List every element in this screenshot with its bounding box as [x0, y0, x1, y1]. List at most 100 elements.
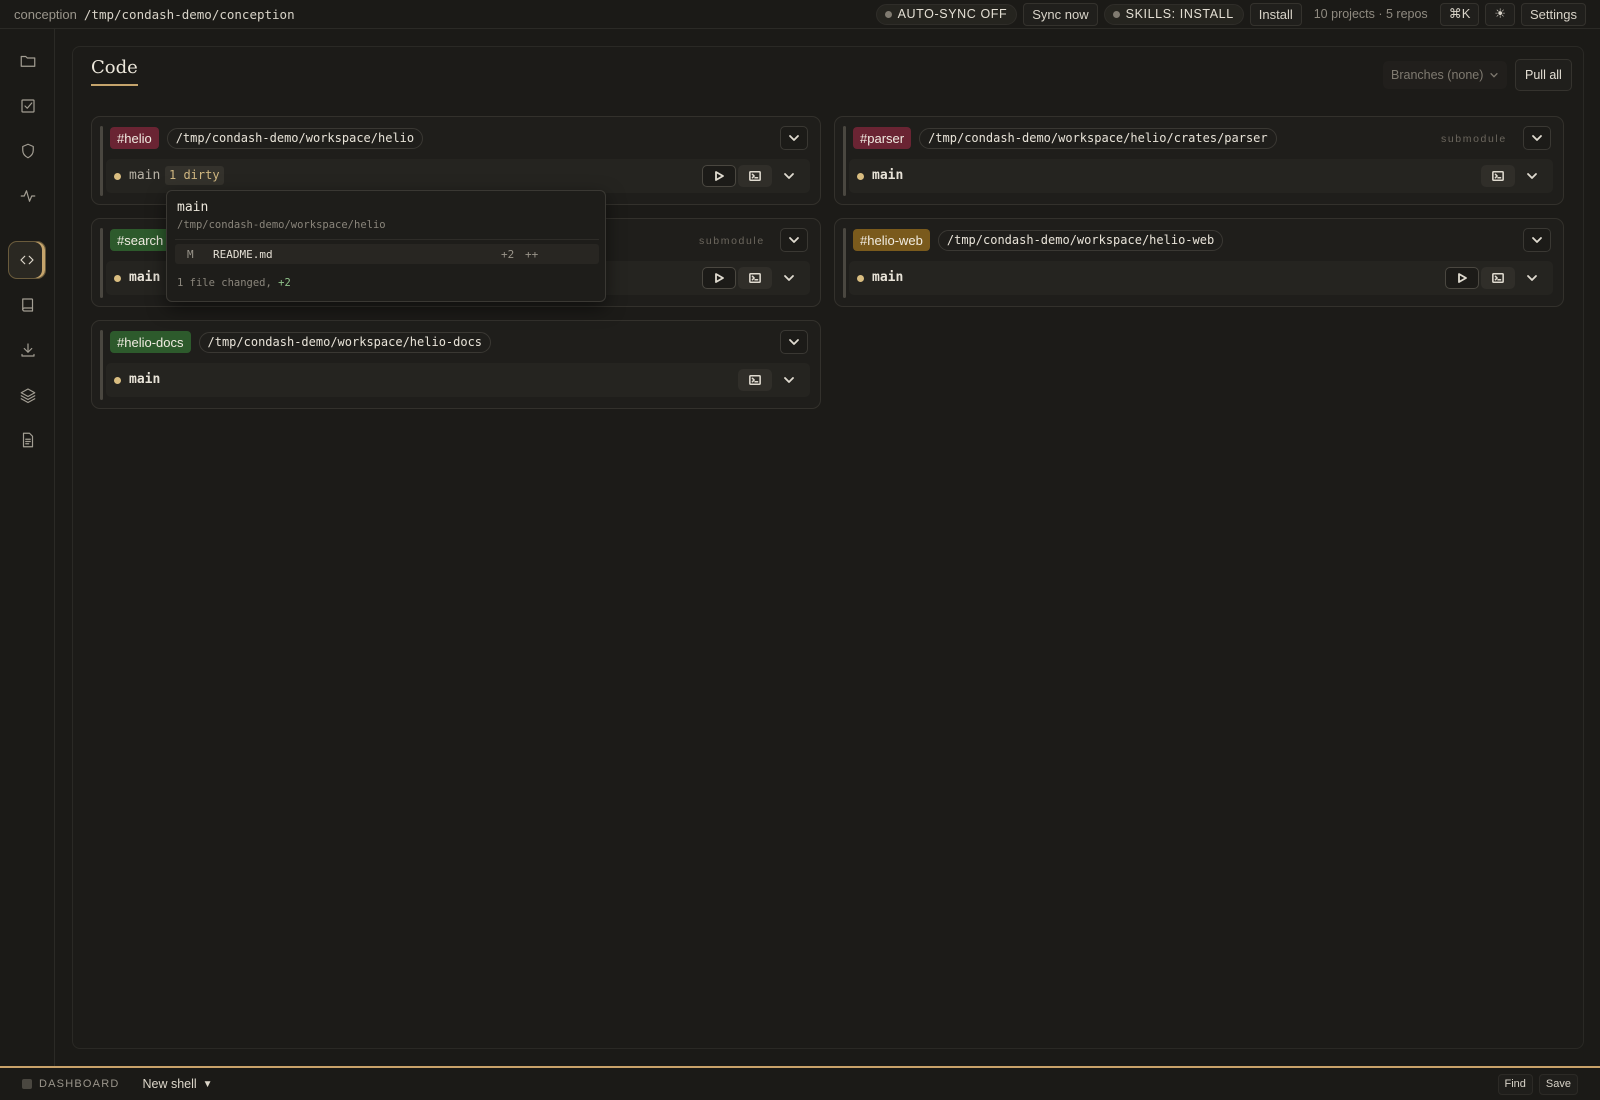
- branch-name: main: [872, 270, 904, 285]
- repo-menu-button[interactable]: [780, 330, 808, 354]
- popover-divider: [175, 239, 599, 240]
- chevron-down-icon: [784, 173, 794, 179]
- sidebar-item-checklist[interactable]: [10, 88, 46, 124]
- sidebar-item-activity[interactable]: [10, 178, 46, 214]
- repo-path: /tmp/condash-demo/workspace/helio-docs: [198, 331, 492, 353]
- branch-row[interactable]: main: [849, 159, 1553, 193]
- repo-tag[interactable]: #parser: [853, 127, 912, 149]
- branches-dropdown[interactable]: Branches (none): [1383, 61, 1508, 89]
- run-button[interactable]: [1445, 267, 1479, 289]
- terminal-icon: [1492, 272, 1504, 284]
- play-icon: [715, 273, 724, 283]
- chevron-down-icon: [789, 237, 799, 243]
- run-button[interactable]: [702, 165, 736, 187]
- sidebar-item-folder[interactable]: [10, 43, 46, 79]
- download-icon: [21, 343, 35, 357]
- repo-card: #helio-docs /tmp/condash-demo/workspace/…: [91, 320, 821, 409]
- terminal-icon: [749, 272, 761, 284]
- dashboard-icon: [22, 1079, 32, 1089]
- branch-name: main: [129, 168, 161, 183]
- sidebar-item-shield[interactable]: [10, 133, 46, 169]
- file-status: M: [187, 248, 194, 261]
- pull-all-button[interactable]: Pull all: [1515, 59, 1572, 91]
- repo-tag[interactable]: #helio-web: [853, 229, 930, 251]
- autosync-toggle[interactable]: AUTO-SYNC OFF: [875, 3, 1018, 25]
- repo-path: /tmp/condash-demo/workspace/helio-web: [937, 229, 1224, 251]
- sidebar-item-layers[interactable]: [10, 377, 46, 413]
- terminal-icon: [749, 170, 761, 182]
- popover-path: /tmp/condash-demo/workspace/helio: [177, 219, 386, 231]
- open-terminal-button[interactable]: [738, 369, 772, 391]
- activity-icon: [20, 190, 36, 202]
- dirty-files-popover: main /tmp/condash-demo/workspace/helio M…: [166, 190, 606, 302]
- terminal-icon: [1492, 170, 1504, 182]
- repo-tag[interactable]: #helio: [110, 127, 159, 149]
- branch-row[interactable]: main: [106, 363, 810, 397]
- install-button[interactable]: Install: [1249, 2, 1302, 26]
- branch-status-dot: [114, 173, 121, 180]
- autosync-status-dot: [884, 10, 892, 18]
- open-terminal-button[interactable]: [738, 165, 772, 187]
- sidebar-item-book[interactable]: [10, 287, 46, 323]
- skills-status[interactable]: SKILLS: INSTALL: [1103, 3, 1244, 25]
- settings-button[interactable]: Settings: [1521, 2, 1586, 26]
- save-button[interactable]: Save: [1538, 1073, 1578, 1095]
- submodule-badge: submodule: [699, 235, 765, 247]
- repo-menu-button[interactable]: [1523, 126, 1551, 150]
- branch-row[interactable]: main 1 dirty: [106, 159, 810, 193]
- repo-menu-button[interactable]: [780, 126, 808, 150]
- chevron-down-icon: [1527, 173, 1537, 179]
- changed-file-row[interactable]: M README.md +2 ++: [175, 244, 599, 264]
- sidebar-item-download[interactable]: [10, 332, 46, 368]
- repo-menu-button[interactable]: [1523, 228, 1551, 252]
- find-button[interactable]: Find: [1497, 1073, 1533, 1095]
- sun-icon: ☀: [1494, 6, 1507, 21]
- chevron-down-icon: [1527, 275, 1537, 281]
- repo-path: /tmp/condash-demo/workspace/helio/crates…: [919, 127, 1277, 149]
- branch-name: main: [872, 168, 904, 183]
- new-shell-button[interactable]: New shell ▼: [142, 1077, 212, 1091]
- dashboard-label: DASHBOARD: [39, 1078, 120, 1090]
- branch-row[interactable]: main: [849, 261, 1553, 295]
- sidebar-item-code[interactable]: [8, 241, 46, 279]
- branch-name: main: [129, 270, 161, 285]
- top-bar: conception /tmp/condash-demo/conception …: [0, 0, 1600, 29]
- file-name: README.md: [213, 248, 273, 261]
- open-terminal-button[interactable]: [738, 267, 772, 289]
- branch-status-dot: [857, 275, 864, 282]
- file-additions: +2: [501, 248, 515, 261]
- terminal-icon: [749, 374, 761, 386]
- theme-toggle-button[interactable]: ☀: [1485, 2, 1516, 26]
- branch-menu-button[interactable]: [772, 267, 806, 289]
- branches-label: Branches (none): [1391, 68, 1484, 82]
- card-accent: [100, 228, 103, 298]
- dashboard-tab[interactable]: DASHBOARD: [22, 1078, 119, 1090]
- branch-menu-button[interactable]: [1515, 267, 1549, 289]
- branch-menu-button[interactable]: [772, 165, 806, 187]
- card-accent: [843, 228, 846, 298]
- open-terminal-button[interactable]: [1481, 165, 1515, 187]
- open-terminal-button[interactable]: [1481, 267, 1515, 289]
- branch-menu-button[interactable]: [1515, 165, 1549, 187]
- repo-tag[interactable]: #helio-docs: [110, 331, 191, 353]
- sidebar-item-document[interactable]: [10, 422, 46, 458]
- branch-status-dot: [857, 173, 864, 180]
- branch-menu-button[interactable]: [772, 369, 806, 391]
- run-button[interactable]: [702, 267, 736, 289]
- repo-tag[interactable]: #search: [110, 229, 171, 251]
- diff-summary: 1 file changed, +2: [177, 277, 291, 289]
- workspace-path: /tmp/condash-demo/conception: [83, 6, 295, 22]
- diff-summary-additions: +2: [278, 277, 291, 289]
- chevron-down-icon: [784, 275, 794, 281]
- file-diffstat: ++: [525, 248, 539, 261]
- document-icon: [22, 432, 34, 448]
- dirty-badge[interactable]: 1 dirty: [165, 166, 224, 185]
- card-accent: [100, 126, 103, 196]
- branch-name: main: [129, 372, 161, 387]
- repo-menu-button[interactable]: [780, 228, 808, 252]
- book-icon: [22, 298, 34, 312]
- repo-card: #parser /tmp/condash-demo/workspace/heli…: [834, 116, 1564, 205]
- command-palette-button[interactable]: ⌘K: [1439, 2, 1480, 26]
- sync-now-button[interactable]: Sync now: [1023, 2, 1098, 26]
- autosync-label: AUTO-SYNC OFF: [897, 7, 1008, 21]
